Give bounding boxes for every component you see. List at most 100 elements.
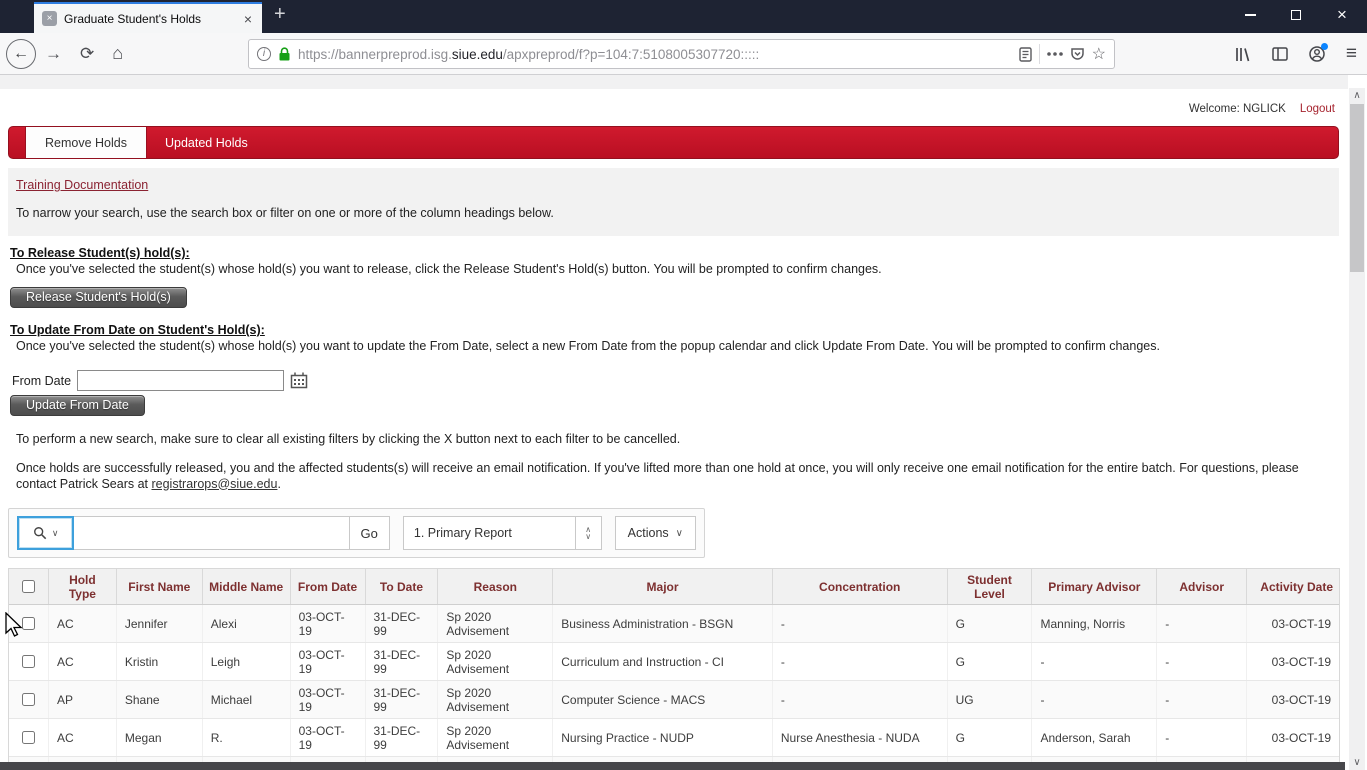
scrollbar-thumb[interactable] bbox=[1350, 104, 1364, 272]
sidebar-icon[interactable] bbox=[1272, 47, 1288, 61]
chevron-down-icon: ∨ bbox=[51, 527, 59, 538]
reader-mode-icon[interactable] bbox=[1018, 46, 1032, 62]
page-info-icon[interactable]: i bbox=[257, 47, 271, 61]
column-header-primary-advisor[interactable]: Primary Advisor bbox=[1032, 569, 1158, 604]
cell-concentration: - bbox=[773, 643, 948, 680]
lock-icon bbox=[279, 46, 290, 60]
cell-student-level: G bbox=[948, 719, 1033, 756]
cell-to-date: 31-DEC-99 bbox=[366, 719, 439, 756]
search-options-button[interactable]: ∨ bbox=[17, 516, 75, 550]
cell-student-level: UG bbox=[948, 681, 1033, 718]
column-header-advisor[interactable]: Advisor bbox=[1157, 569, 1248, 604]
go-button[interactable]: Go bbox=[349, 516, 390, 550]
home-button[interactable]: ⌂ bbox=[112, 43, 123, 64]
search-icon bbox=[33, 527, 47, 540]
url-bar[interactable]: i https://bannerpreprod.isg.siue.edu/apx… bbox=[248, 39, 1115, 69]
row-select-checkbox[interactable] bbox=[21, 655, 35, 668]
column-header-concentration[interactable]: Concentration bbox=[773, 569, 948, 604]
cell-advisor: - bbox=[1157, 681, 1248, 718]
back-button[interactable]: ← bbox=[6, 38, 36, 69]
menu-icon[interactable]: ≡ bbox=[1346, 43, 1357, 65]
release-heading: To Release Student(s) hold(s): bbox=[10, 246, 190, 260]
row-select-checkbox[interactable] bbox=[21, 617, 35, 630]
report-search-input[interactable] bbox=[74, 516, 350, 550]
report-toolbar: ∨ Go 1. Primary Report ∧ ∨ Actions ∨ bbox=[8, 508, 705, 558]
page-actions-icon[interactable] bbox=[1046, 52, 1063, 56]
column-header-from-date[interactable]: From Date bbox=[291, 569, 366, 604]
from-date-input[interactable] bbox=[77, 370, 285, 391]
email-note: Once holds are successfully released, yo… bbox=[16, 461, 1299, 491]
pocket-icon[interactable] bbox=[1070, 47, 1085, 61]
scroll-down-button[interactable]: ∨ bbox=[1349, 755, 1365, 770]
column-header-to-date[interactable]: To Date bbox=[366, 569, 439, 604]
report-select[interactable]: 1. Primary Report ∧ ∨ bbox=[402, 516, 602, 550]
logout-link[interactable]: Logout bbox=[1300, 103, 1335, 115]
browser-navbar: ← → ⟳ ⌂ i https://bannerpreprod.isg.siue… bbox=[0, 33, 1367, 75]
cell-primary-advisor: Manning, Norris bbox=[1032, 605, 1158, 642]
window-close-button[interactable]: × bbox=[1325, 0, 1359, 30]
column-header-student-level[interactable]: Student Level bbox=[948, 569, 1033, 604]
column-header-major[interactable]: Major bbox=[553, 569, 773, 604]
cell-concentration: - bbox=[773, 681, 948, 718]
training-documentation-link[interactable]: Training Documentation bbox=[16, 178, 148, 192]
from-date-label: From Date bbox=[12, 373, 72, 388]
window-minimize-button[interactable] bbox=[1233, 0, 1267, 30]
calendar-icon[interactable] bbox=[290, 372, 308, 389]
tab-updated-holds[interactable]: Updated Holds bbox=[147, 127, 266, 158]
cell-major: Business Administration - BSGN bbox=[553, 605, 773, 642]
actions-button[interactable]: Actions ∨ bbox=[614, 516, 696, 550]
cell-from-date: 03-OCT-19 bbox=[291, 719, 366, 756]
column-header-middle-name[interactable]: Middle Name bbox=[203, 569, 291, 604]
registrar-email-link[interactable]: registrarops@siue.edu bbox=[151, 477, 277, 491]
select-spinner-icon: ∧ ∨ bbox=[574, 517, 601, 549]
cell-advisor: - bbox=[1157, 643, 1248, 680]
cell-first-name: Megan bbox=[117, 719, 203, 756]
column-header-activity-date[interactable]: Activity Date bbox=[1247, 569, 1339, 604]
column-header-hold-type[interactable]: Hold Type bbox=[49, 569, 117, 604]
tab-close-icon[interactable]: × bbox=[242, 11, 254, 27]
browser-titlebar: × Graduate Student's Holds × + × bbox=[0, 0, 1367, 33]
account-icon[interactable] bbox=[1309, 43, 1328, 62]
vertical-scrollbar[interactable]: ∧ ∨ bbox=[1349, 88, 1365, 770]
page-content: Welcome: NGLICK Logout Remove Holds Updat… bbox=[0, 75, 1367, 770]
cell-primary-advisor: - bbox=[1032, 681, 1158, 718]
cell-primary-advisor: - bbox=[1032, 643, 1158, 680]
table-row: AP Shane Michael 03-OCT-19 31-DEC-99 Sp … bbox=[9, 681, 1339, 719]
column-header-reason[interactable]: Reason bbox=[438, 569, 554, 604]
table-header-row: Hold Type First Name Middle Name From Da… bbox=[9, 569, 1339, 605]
navbar-right-icons: ≡ bbox=[1235, 39, 1357, 69]
column-header-first-name[interactable]: First Name bbox=[117, 569, 203, 604]
row-select-cell bbox=[9, 643, 49, 680]
select-all-checkbox[interactable] bbox=[21, 580, 35, 593]
cell-student-level: G bbox=[948, 605, 1033, 642]
scroll-up-button[interactable]: ∧ bbox=[1349, 88, 1365, 103]
cell-major: Computer Science - MACS bbox=[553, 681, 773, 718]
reload-button[interactable]: ⟳ bbox=[80, 44, 94, 64]
apex-favicon-icon: × bbox=[42, 11, 57, 26]
tab-remove-holds[interactable]: Remove Holds bbox=[25, 127, 147, 158]
browser-tab[interactable]: × Graduate Student's Holds × bbox=[34, 2, 262, 33]
cell-activity-date: 03-OCT-19 bbox=[1271, 654, 1332, 669]
row-select-checkbox[interactable] bbox=[21, 731, 35, 744]
narrow-search-text: To narrow your search, use the search bo… bbox=[16, 206, 554, 220]
info-panel: Training Documentation To narrow your se… bbox=[8, 168, 1339, 236]
screen: × Graduate Student's Holds × + × ← → ⟳ ⌂… bbox=[0, 0, 1367, 770]
row-select-checkbox[interactable] bbox=[21, 693, 35, 706]
release-holds-button[interactable]: Release Student's Hold(s) bbox=[10, 287, 187, 308]
update-instructions: Once you've selected the student(s) whos… bbox=[16, 339, 1160, 353]
cell-activity-date: 03-OCT-19 bbox=[1271, 730, 1332, 745]
update-from-date-button[interactable]: Update From Date bbox=[10, 395, 145, 416]
cell-major: Curriculum and Instruction - CI bbox=[553, 643, 773, 680]
library-icon[interactable] bbox=[1235, 47, 1251, 62]
cell-hold-type: AC bbox=[49, 643, 117, 680]
bookmark-star-icon[interactable]: ☆ bbox=[1092, 44, 1106, 64]
forward-button[interactable]: → bbox=[45, 44, 62, 64]
cell-concentration: - bbox=[773, 605, 948, 642]
window-maximize-button[interactable] bbox=[1279, 0, 1313, 30]
cell-major: Nursing Practice - NUDP bbox=[553, 719, 773, 756]
select-all-cell bbox=[9, 569, 49, 604]
new-tab-button[interactable]: + bbox=[274, 3, 286, 26]
cell-to-date: 31-DEC-99 bbox=[366, 681, 439, 718]
cell-from-date: 03-OCT-19 bbox=[291, 605, 366, 642]
cell-hold-type: AC bbox=[49, 605, 117, 642]
